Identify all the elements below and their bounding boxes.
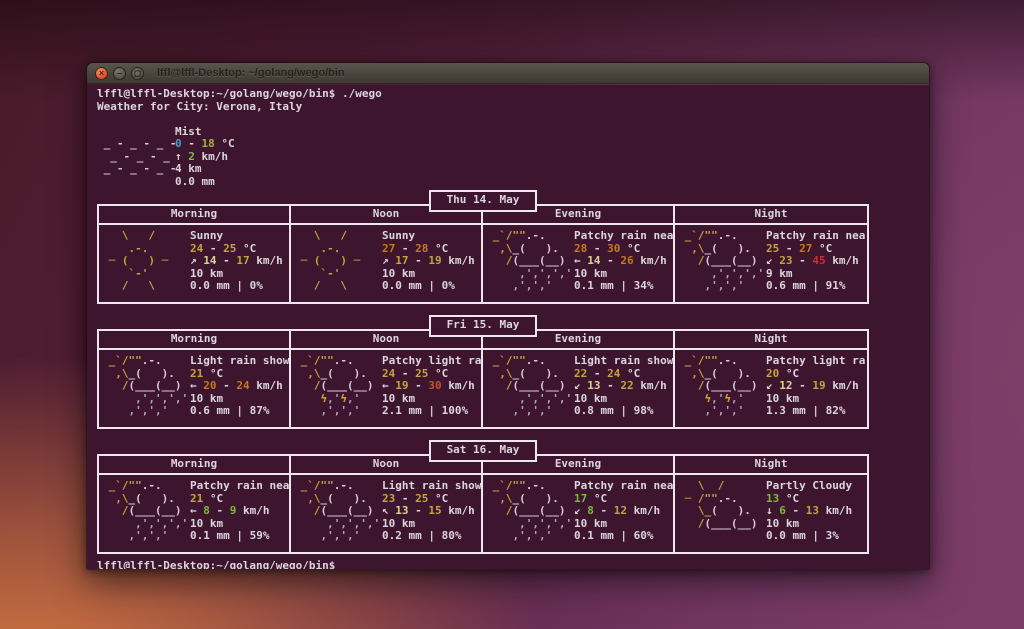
forecast-cell: \ / ─ /"".-. \_( ). /(___(__) Partly Clo… [675,475,867,552]
weather-icon-rain-thunder: _`/"".-. ,\_( ). /(___(__) ϟ‚'ϟ‚' ‚'‚'‚' [678,354,758,417]
forecast-text: Light rain show 21 °C ← 20 - 24 km/h 10 … [190,355,289,417]
shell-prompt-bottom: lffl@lffl-Desktop:~/golang/wego/bin$ [97,559,336,569]
weather-icon-sunny: \ / .-. ─ ( ) ─ `-' / \ [102,229,169,292]
weather-icon-rain: _`/"".-. ,\_( ). /(___(__) ‚'‚'‚'‚' ‚'‚'… [486,354,573,417]
current-conditions-text: Mist 0 - 18 °C ↑ 2 km/h 4 km 0.0 mm [175,124,235,188]
forecast-table: Morning Noon Evening Night \ / .-. ─ ( ) ─ … [97,203,869,304]
maximize-icon: ◻ [133,67,142,78]
shell-prompt: lffl@lffl-Desktop:~/golang/wego/bin$ [97,87,336,100]
close-icon: × [98,67,105,78]
weather-icon-rain: _`/"".-. ,\_( ). /(___(__) ‚'‚'‚'‚' ‚'‚'… [486,229,573,292]
weather-icon-rain: _`/"".-. ,\_( ). /(___(__) ‚'‚'‚'‚' ‚'‚'… [102,354,189,417]
forecast-cell: _`/"".-. ,\_( ). /(___(__) ϟ‚'ϟ‚' ‚'‚'‚'… [291,350,483,427]
forecast-cell: _`/"".-. ,\_( ). /(___(__) ‚'‚'‚'‚' ‚'‚'… [675,225,867,302]
forecast-table: Morning Noon Evening Night _`/"".-. ,\_( ).… [97,453,869,554]
weather-icon-mist: _ - _ - _ - _ - _ - _ _ - _ - _ - [97,137,177,175]
weather-icon-sunny: \ / .-. ─ ( ) ─ `-' / \ [294,229,361,292]
forecast-cell: _`/"".-. ,\_( ). /(___(__) ‚'‚'‚'‚' ‚'‚'… [99,350,291,427]
command-text: ./wego [335,87,382,100]
terminal-screen[interactable]: lffl@lffl-Desktop:~/golang/wego/bin$ ./w… [87,85,929,569]
weather-icon-rain-thunder: _`/"".-. ,\_( ). /(___(__) ϟ‚'ϟ‚' ‚'‚'‚' [294,354,374,417]
weather-icon-partly-cloudy: \ / ─ /"".-. \_( ). /(___(__) [678,479,758,530]
forecast-table: Morning Noon Evening Night _`/"".-. ,\_( ).… [97,328,869,429]
day-label: Sat 16. May [428,440,538,462]
forecast-text: Patchy rain nea 28 - 30 °C ← 14 - 26 km/… [574,230,673,292]
city-line: Weather for City: Verona, Italy [97,99,303,113]
forecast-cell: \ / .-. ─ ( ) ─ `-' / \ Sunny 27 - 28 °C … [291,225,483,302]
forecast-cell: _`/"".-. ,\_( ). /(___(__) ϟ‚'ϟ‚' ‚'‚'‚'… [675,350,867,427]
forecast-text: Patchy light ra 24 - 25 °C ← 19 - 30 km/… [382,355,481,417]
maximize-button[interactable]: ◻ [131,66,144,80]
minimize-button[interactable]: – [113,66,126,80]
forecast-text: Sunny 24 - 25 °C ↗ 14 - 17 km/h 10 km 0.… [190,230,283,292]
forecast-cell: _`/"".-. ,\_( ). /(___(__) ‚'‚'‚'‚' ‚'‚'… [483,475,675,552]
forecast-text: Light rain show 23 - 25 °C ↖ 13 - 15 km/… [382,480,481,542]
forecast-text: Patchy rain nea 25 - 27 °C ↙ 23 - 45 km/… [766,230,866,292]
forecast-text: Partly Cloudy 13 °C ↓ 6 - 13 km/h 10 km … [766,480,853,542]
forecast-text: Sunny 27 - 28 °C ↗ 17 - 19 km/h 10 km 0.… [382,230,475,292]
forecast-text: Patchy rain nea 17 °C ↙ 8 - 12 km/h 10 k… [574,480,673,542]
day-section: Fri 15. May Morning Noon Evening Night _`/""… [97,315,869,429]
day-section: Thu 14. May Morning Noon Evening Night \ / .… [97,190,869,304]
weather-icon-rain: _`/"".-. ,\_( ). /(___(__) ‚'‚'‚'‚' ‚'‚'… [486,479,573,542]
forecast-text: Patchy rain nea 21 °C ← 8 - 9 km/h 10 km… [190,480,289,542]
forecast-cell: _`/"".-. ,\_( ). /(___(__) ‚'‚'‚'‚' ‚'‚'… [483,225,675,302]
command-line: lffl@lffl-Desktop:~/golang/wego/bin$ ./w… [97,87,919,101]
desktop-background: × – ◻ lffl@lffl-Desktop: ~/golang/wego/b… [0,0,1024,629]
forecast-text: Light rain show 22 - 24 °C ↙ 13 - 22 km/… [574,355,673,417]
forecast-text: Patchy light ra 20 °C ↙ 12 - 19 km/h 10 … [766,355,866,417]
forecast-cell: _`/"".-. ,\_( ). /(___(__) ‚'‚'‚'‚' ‚'‚'… [291,475,483,552]
forecast-cell: _`/"".-. ,\_( ). /(___(__) ‚'‚'‚'‚' ‚'‚'… [99,475,291,552]
forecast-cell: \ / .-. ─ ( ) ─ `-' / \ Sunny 24 - 25 °C … [99,225,291,302]
weather-icon-rain: _`/"".-. ,\_( ). /(___(__) ‚'‚'‚'‚' ‚'‚'… [678,229,765,292]
day-label: Thu 14. May [428,190,538,212]
minimize-icon: – [116,67,122,78]
window-titlebar[interactable]: × – ◻ lffl@lffl-Desktop: ~/golang/wego/b… [87,63,929,84]
window-title: lffl@lffl-Desktop: ~/golang/wego/bin [157,66,345,79]
weather-icon-rain: _`/"".-. ,\_( ). /(___(__) ‚'‚'‚'‚' ‚'‚'… [102,479,189,542]
current-conditions: _ - _ - _ - _ - _ - _ _ - _ - _ - Mist 0… [97,124,919,189]
terminal-window: × – ◻ lffl@lffl-Desktop: ~/golang/wego/b… [86,62,930,570]
close-button[interactable]: × [95,66,108,80]
forecast-cell: _`/"".-. ,\_( ). /(___(__) ‚'‚'‚'‚' ‚'‚'… [483,350,675,427]
weather-icon-rain: _`/"".-. ,\_( ). /(___(__) ‚'‚'‚'‚' ‚'‚'… [294,479,381,542]
day-section: Sat 16. May Morning Noon Evening Night _`/""… [97,440,869,554]
day-label: Fri 15. May [428,315,538,337]
